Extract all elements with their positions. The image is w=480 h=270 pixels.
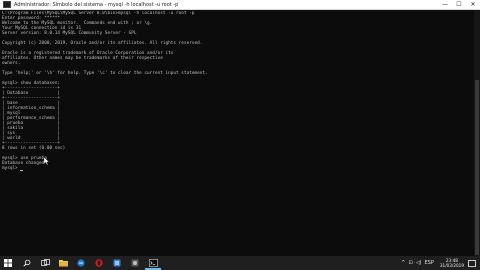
maximize-button[interactable]: ☐ bbox=[452, 0, 466, 9]
notifications-icon[interactable] bbox=[468, 259, 476, 267]
text-cursor bbox=[20, 170, 24, 171]
minimize-button[interactable]: — bbox=[438, 0, 452, 9]
start-button[interactable] bbox=[3, 258, 13, 268]
taskbar-app-button[interactable] bbox=[130, 258, 140, 268]
file-explorer-button[interactable] bbox=[58, 258, 68, 268]
close-button[interactable]: ✕ bbox=[466, 0, 480, 9]
network-icon[interactable]: ⊡ bbox=[409, 260, 413, 266]
edge-icon bbox=[77, 259, 85, 267]
console-output[interactable]: C:\Program Files\MySQL\MySQL Server 8.0\… bbox=[2, 11, 470, 256]
taskbar-app-button[interactable] bbox=[112, 258, 122, 268]
console-scrollbar[interactable] bbox=[474, 10, 480, 256]
screen: Administrador: Símbolo del sistema - mys… bbox=[0, 0, 480, 270]
language-indicator[interactable]: ESP bbox=[425, 260, 434, 266]
folder-icon bbox=[58, 260, 68, 267]
console-prompt-line[interactable]: mysql> bbox=[2, 166, 470, 171]
taskbar: ^ ⊡ ◁) ESP 23:48 31/03/2019 bbox=[0, 256, 480, 270]
task-view-button[interactable] bbox=[40, 258, 50, 268]
volume-icon[interactable]: ◁) bbox=[416, 260, 422, 266]
opera-icon bbox=[95, 259, 103, 267]
mouse-pointer-icon bbox=[44, 157, 50, 165]
search-button[interactable] bbox=[22, 258, 32, 268]
clock[interactable]: 23:48 31/03/2019 bbox=[440, 258, 464, 268]
cmd-app-icon bbox=[3, 1, 11, 8]
system-tray: ^ ⊡ ◁) ESP 23:48 31/03/2019 bbox=[401, 256, 476, 270]
command-prompt-icon bbox=[148, 259, 158, 267]
window-controls: — ☐ ✕ bbox=[438, 0, 480, 9]
window-title-bar[interactable]: Administrador: Símbolo del sistema - mys… bbox=[0, 0, 480, 10]
tray-overflow-chevron-icon[interactable]: ^ bbox=[401, 260, 405, 266]
app-icon bbox=[131, 259, 139, 267]
opera-browser-button[interactable] bbox=[94, 258, 104, 268]
app-icon bbox=[113, 259, 121, 267]
window-title: Administrador: Símbolo del sistema - mys… bbox=[14, 1, 179, 8]
task-view-icon bbox=[40, 259, 50, 266]
command-prompt-taskbar-button[interactable] bbox=[148, 258, 158, 268]
windows-start-icon bbox=[4, 259, 12, 267]
search-icon bbox=[23, 259, 31, 267]
clock-date: 31/03/2019 bbox=[439, 263, 464, 268]
console-prompt: mysql> bbox=[2, 166, 21, 171]
scrollbar-thumb[interactable] bbox=[475, 80, 479, 255]
edge-browser-button[interactable] bbox=[76, 258, 86, 268]
